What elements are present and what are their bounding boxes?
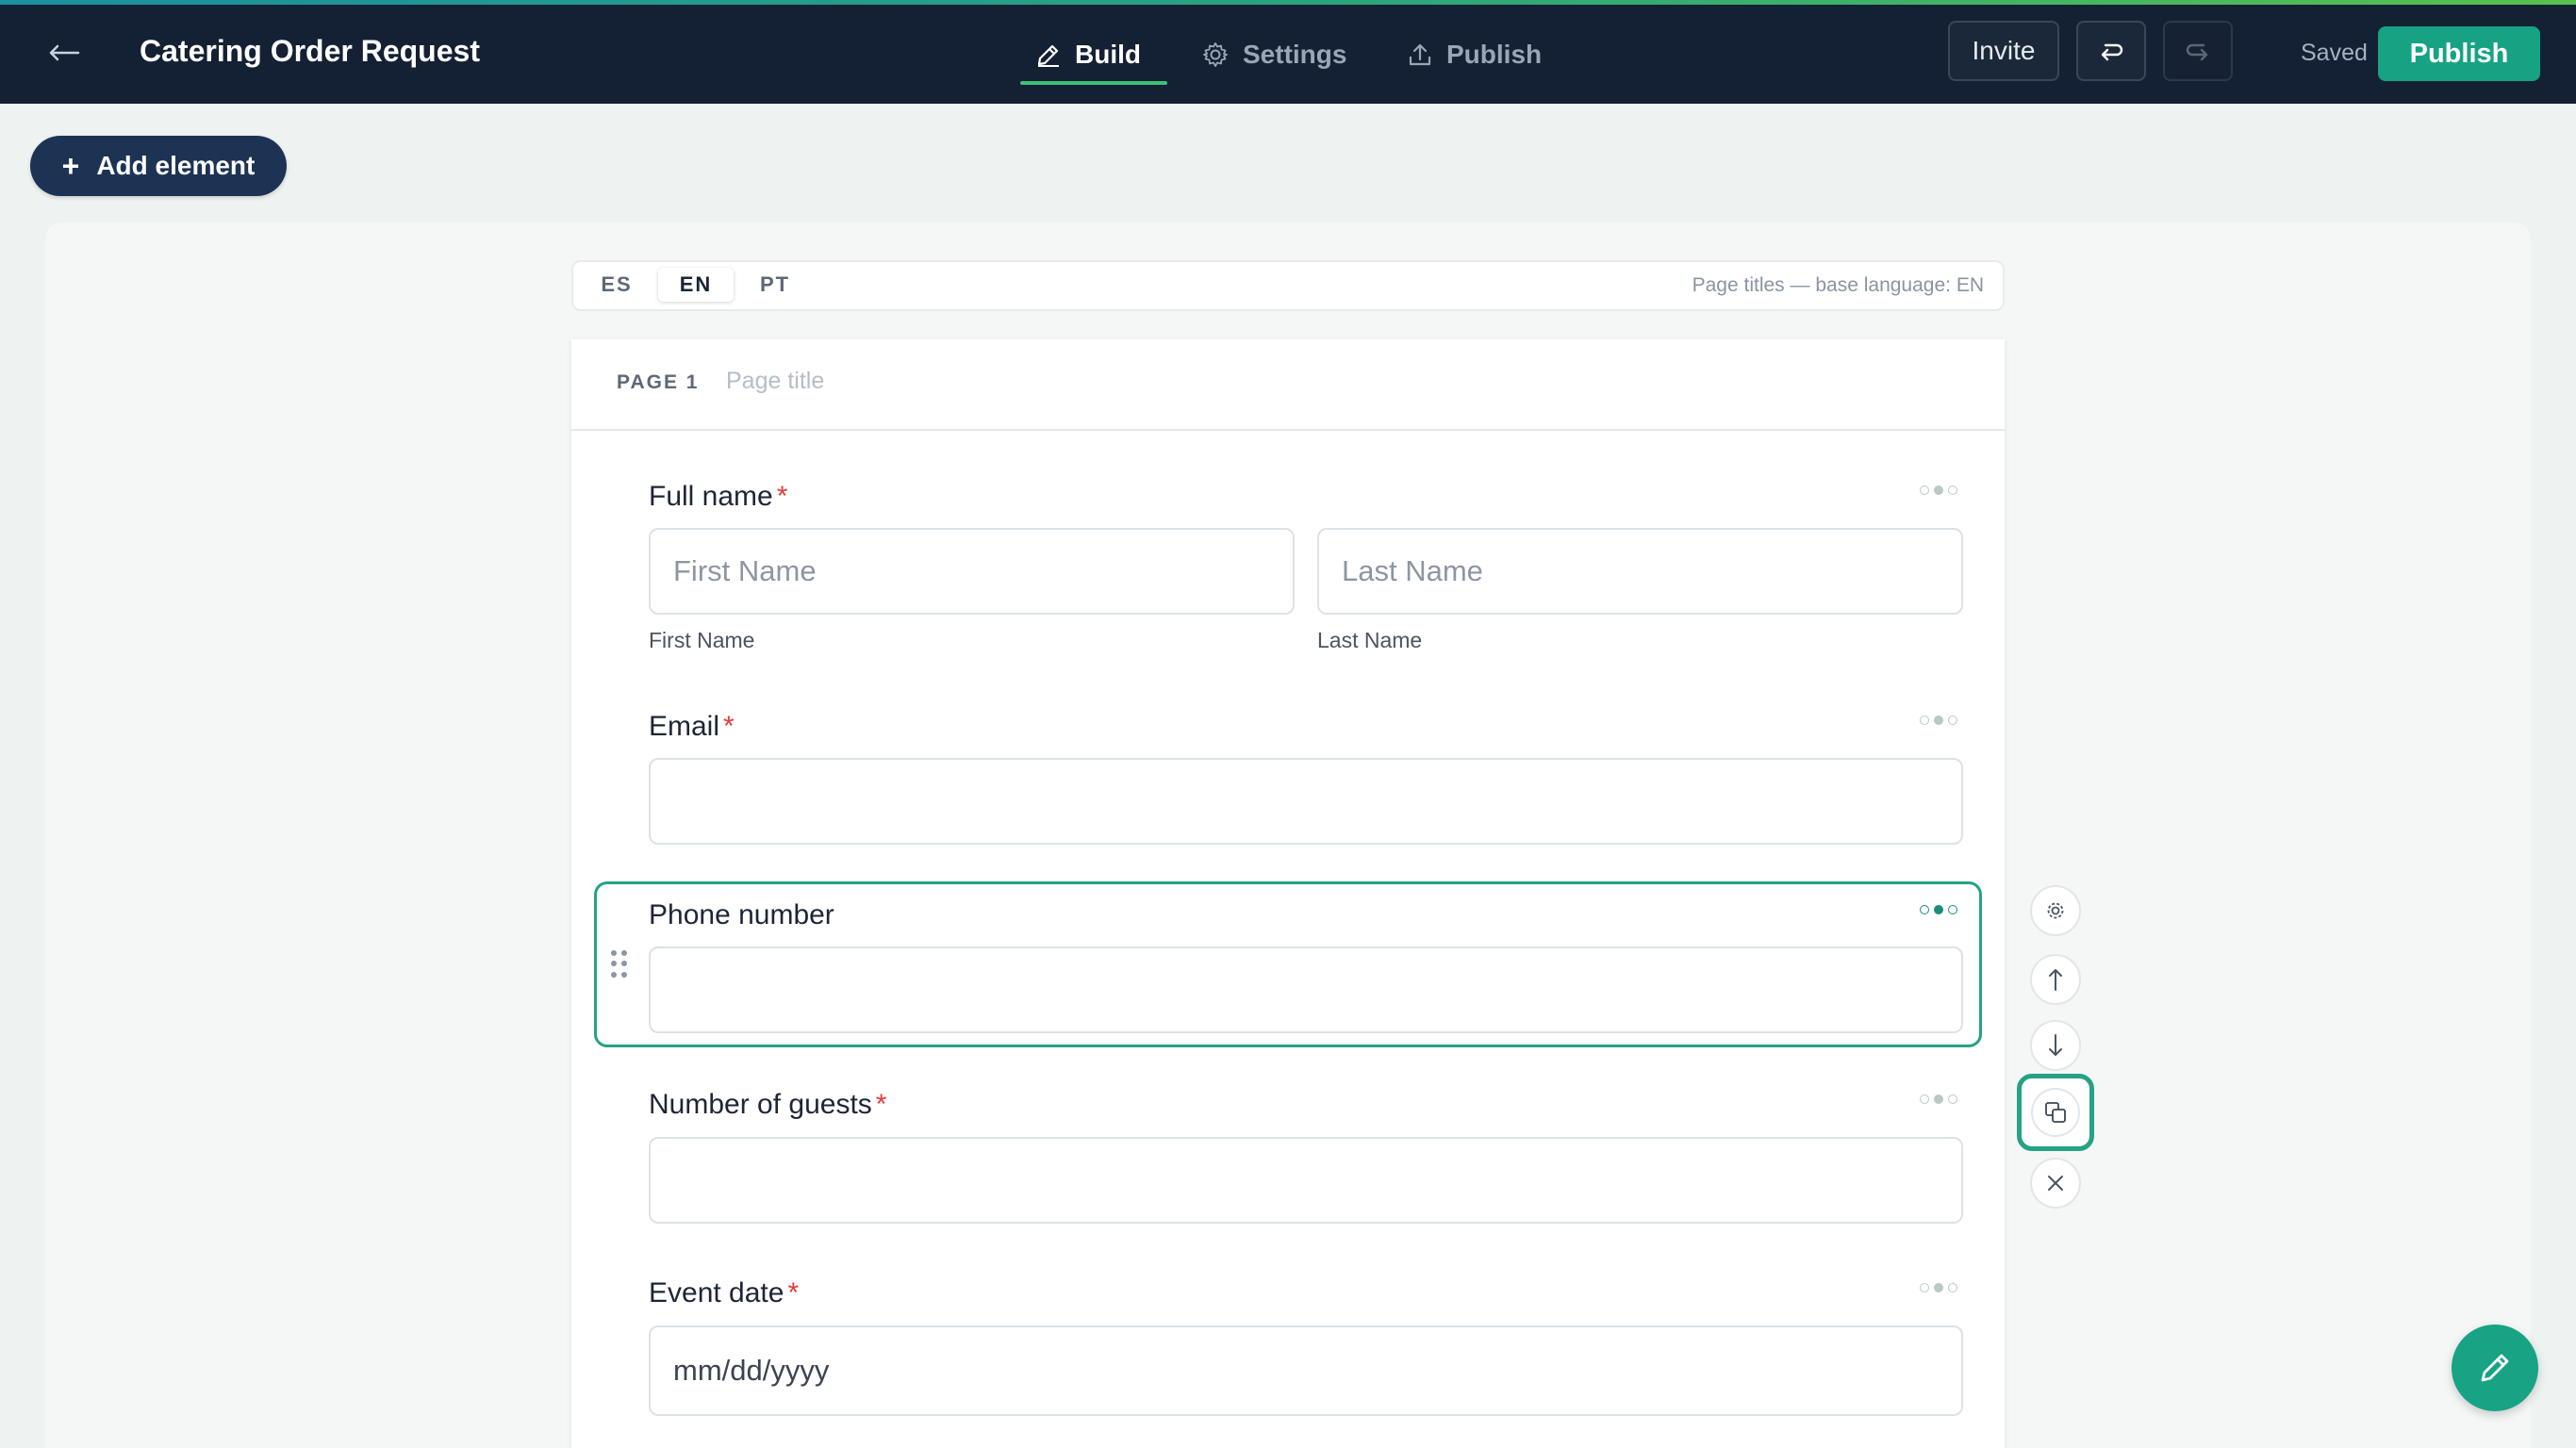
event-date-label-text: Event date bbox=[649, 1277, 784, 1308]
gear-icon bbox=[1203, 42, 1228, 67]
phone-input[interactable] bbox=[649, 946, 1963, 1033]
move-up-button[interactable] bbox=[2030, 954, 2081, 1005]
guests-input[interactable] bbox=[649, 1137, 1963, 1224]
required-marker: * bbox=[787, 1277, 800, 1308]
copy-icon bbox=[2045, 1102, 2066, 1123]
first-name-sublabel: First Name bbox=[649, 628, 755, 652]
gear-icon bbox=[2047, 902, 2064, 919]
required-marker: * bbox=[723, 711, 735, 742]
first-name-input[interactable]: First Name bbox=[649, 528, 1295, 615]
language-note: Page titles — base language: EN bbox=[1692, 274, 1984, 296]
tab-publish[interactable]: Publish bbox=[1407, 26, 1542, 83]
language-tab-en[interactable]: EN bbox=[658, 268, 734, 302]
move-down-button[interactable] bbox=[2030, 1020, 2081, 1071]
form-title: Catering Order Request bbox=[140, 34, 480, 68]
page-title-input[interactable]: Page title bbox=[726, 368, 824, 395]
duplicate-button-inner bbox=[2031, 1088, 2080, 1137]
redo-icon bbox=[2186, 43, 2208, 61]
publish-button[interactable]: Publish bbox=[2378, 26, 2540, 81]
guests-label: Number of guests * bbox=[649, 1089, 886, 1121]
event-date-options-icon[interactable] bbox=[1920, 1281, 1963, 1294]
event-date-label: Event date * bbox=[649, 1277, 799, 1309]
drag-handle-icon[interactable] bbox=[611, 950, 630, 979]
field-settings-button[interactable] bbox=[2030, 885, 2081, 936]
duplicate-button[interactable] bbox=[2017, 1074, 2094, 1151]
tab-build[interactable]: Build bbox=[1020, 26, 1167, 85]
required-marker: * bbox=[776, 481, 788, 512]
top-accent-stripe bbox=[0, 0, 2576, 5]
last-name-sublabel: Last Name bbox=[1317, 628, 1423, 652]
edit-fab-button[interactable] bbox=[2452, 1325, 2538, 1411]
delete-field-button[interactable] bbox=[2030, 1158, 2081, 1209]
close-icon bbox=[2048, 1176, 2063, 1191]
last-name-input[interactable]: Last Name bbox=[1317, 528, 1963, 615]
guests-label-text: Number of guests bbox=[649, 1089, 872, 1120]
arrow-down-icon bbox=[2049, 1034, 2062, 1056]
email-label-text: Email bbox=[649, 711, 720, 742]
guests-options-icon[interactable] bbox=[1920, 1093, 1963, 1106]
add-element-label: Add element bbox=[96, 151, 256, 180]
arrow-up-icon bbox=[2049, 969, 2062, 991]
tab-settings[interactable]: Settings bbox=[1201, 26, 1346, 83]
full-name-label-text: Full name bbox=[649, 481, 773, 512]
page-number-label: PAGE 1 bbox=[617, 371, 700, 393]
top-bar: Catering Order Request Build Settings Pu… bbox=[0, 0, 2576, 104]
language-tab-es[interactable]: ES bbox=[579, 268, 654, 302]
page-header: PAGE 1 Page title bbox=[571, 339, 2005, 431]
pencil-icon bbox=[1037, 44, 1059, 67]
plus-icon: + bbox=[61, 148, 80, 183]
undo-icon bbox=[2101, 43, 2123, 61]
invite-button[interactable]: Invite bbox=[1948, 21, 2059, 81]
arrow-left-icon bbox=[49, 44, 80, 61]
back-button[interactable] bbox=[38, 26, 91, 79]
email-options-icon[interactable] bbox=[1920, 714, 1963, 727]
save-status: Saved bbox=[2301, 40, 2368, 66]
required-marker: * bbox=[875, 1089, 887, 1120]
event-date-input[interactable]: mm/dd/yyyy bbox=[649, 1325, 1963, 1416]
redo-button[interactable] bbox=[2163, 21, 2233, 81]
undo-button[interactable] bbox=[2076, 21, 2146, 81]
phone-label: Phone number bbox=[649, 899, 834, 930]
full-name-label: Full name * bbox=[649, 481, 787, 513]
add-element-button[interactable]: + Add element bbox=[30, 136, 287, 196]
tab-publish-label: Publish bbox=[1446, 40, 1543, 69]
phone-options-icon[interactable] bbox=[1920, 903, 1963, 916]
full-name-options-icon[interactable] bbox=[1920, 484, 1963, 497]
email-input[interactable] bbox=[649, 758, 1963, 845]
tab-build-label: Build bbox=[1075, 40, 1141, 69]
pencil-icon bbox=[2481, 1354, 2509, 1382]
upload-icon bbox=[1409, 43, 1431, 66]
email-label: Email * bbox=[649, 711, 735, 743]
tab-settings-label: Settings bbox=[1243, 40, 1347, 69]
language-tab-pt[interactable]: PT bbox=[737, 268, 813, 302]
